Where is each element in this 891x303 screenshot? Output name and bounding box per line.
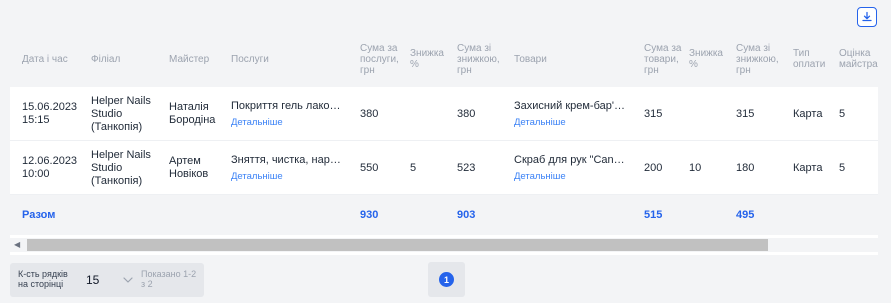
goods-text: Захисний крем-бар'єр для рук [514,99,628,112]
chevron-down-icon [123,277,133,283]
scrollbar-thumb[interactable] [27,239,768,251]
col-goods-header[interactable]: Товари [514,31,634,87]
scroll-left-icon[interactable]: ◀ [14,240,20,249]
branch-cell: Helper Nails Studio (Танкопія) [91,94,151,133]
orders-table: Дата і час Філіал Майстер Послуги Сума з… [10,31,878,255]
table-row: 12.06.2023 10:00 Helper Nails Studio (Та… [10,141,878,195]
rows-per-page-value: 15 [86,273,100,287]
download-icon [862,11,872,22]
payment-cell: Карта [793,107,823,120]
col-goods-sum-header[interactable]: Сума за товари, грн [644,31,684,87]
goods-sum-cell: 200 [644,161,663,174]
col-goods-discount-header[interactable]: Знижка % [689,31,727,87]
goods-details-link[interactable]: Детальніше [514,170,628,183]
services-cell: Покриття гель лаком сталь Детальніше [231,87,345,141]
goods-sum-cell: 315 [644,107,663,120]
services-total-cell: 380 [457,107,476,120]
master-cell: Артем Новіков [169,155,209,180]
totals-label: Разом [22,209,56,221]
col-services-total-header[interactable]: Сума зі знижкою, грн [457,31,507,87]
totals-goods-total: 495 [736,209,755,221]
date-text: 12.06.2023 [22,155,78,167]
download-button[interactable] [857,7,877,27]
col-datetime-header[interactable]: Дата і час [22,31,92,87]
col-services-sum-header[interactable]: Сума за послуги, грн [360,31,406,87]
payment-cell: Карта [793,161,823,174]
horizontal-scrollbar[interactable]: ◀ [10,238,878,252]
rows-per-page-label: К-сть рядків на сторінці [18,269,68,289]
table-row: 15.06.2023 15:15 Helper Nails Studio (Та… [10,87,878,141]
totals-services-sum: 930 [360,209,379,221]
col-services-header[interactable]: Послуги [231,31,351,87]
pagination: 1 [428,262,465,297]
rows-per-page-select[interactable]: 15 [74,267,142,293]
services-discount-cell: 5 [410,161,417,174]
services-text: Зняття, чистка, нарощування [231,153,345,166]
master-cell: Наталія Бородіна [169,101,216,126]
branch-cell: Helper Nails Studio (Танкопія) [91,148,151,187]
services-cell: Зняття, чистка, нарощування Детальніше [231,141,345,195]
services-details-link[interactable]: Детальніше [231,116,345,129]
rows-per-page-panel: К-сть рядків на сторінці 15 Показано 1-2… [10,263,204,297]
datetime-cell: 15.06.2023 15:15 [22,87,77,141]
page-button-current[interactable]: 1 [439,272,454,287]
col-services-discount-header[interactable]: Знижка % [410,31,450,87]
totals-services-total: 903 [457,209,476,221]
goods-total-cell: 180 [736,161,755,174]
services-details-link[interactable]: Детальніше [231,170,345,183]
services-sum-cell: 380 [360,107,379,120]
col-branch-header[interactable]: Філіал [91,31,161,87]
services-sum-cell: 550 [360,161,379,174]
rating-cell: 5 [839,107,846,120]
shown-count-text: Показано 1-2 з 2 [141,269,197,289]
goods-discount-cell: 10 [689,161,702,174]
goods-total-cell: 315 [736,107,755,120]
time-text: 10:00 [22,168,50,180]
goods-cell: Скраб для рук "Candy shop" Детальніше [514,141,628,195]
totals-goods-sum: 515 [644,209,663,221]
table-header: Дата і час Філіал Майстер Послуги Сума з… [10,31,878,87]
services-text: Покриття гель лаком сталь [231,99,345,112]
goods-text: Скраб для рук "Candy shop" [514,153,628,166]
date-text: 15.06.2023 [22,101,78,113]
col-master-header[interactable]: Майстер [169,31,229,87]
totals-row: Разом 930 903 515 495 [10,195,878,235]
services-total-cell: 523 [457,161,476,174]
goods-cell: Захисний крем-бар'єр для рук Детальніше [514,87,628,141]
goods-details-link[interactable]: Детальніше [514,116,628,129]
col-payment-header[interactable]: Тип оплати [793,31,833,87]
datetime-cell: 12.06.2023 10:00 [22,141,77,195]
col-rating-header[interactable]: Оцінка майстра [839,31,878,87]
time-text: 15:15 [22,114,50,126]
col-goods-total-header[interactable]: Сума зі знижкою, грн [736,31,786,87]
rating-cell: 5 [839,161,846,174]
